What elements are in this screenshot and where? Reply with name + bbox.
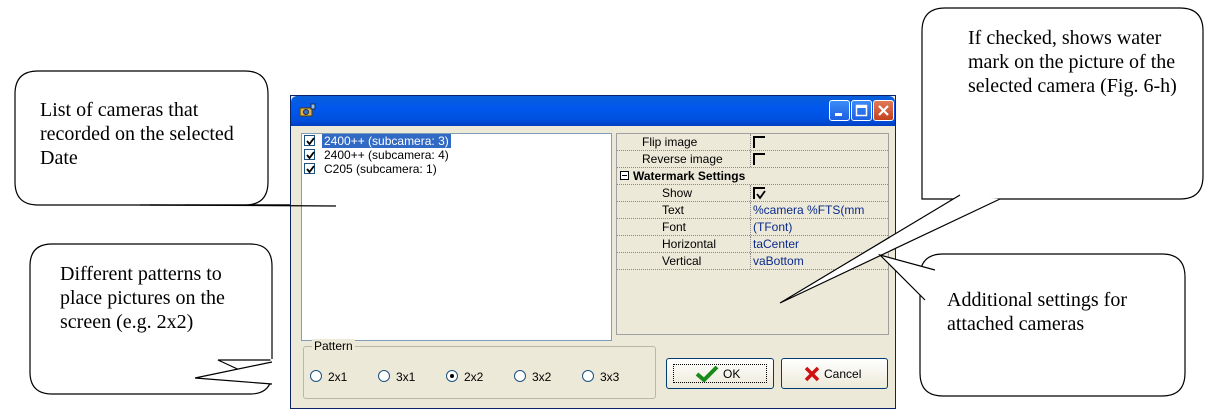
camera-list-item[interactable]: 2400++ (subcamera: 3): [302, 134, 611, 148]
flip-image-checkbox[interactable]: [753, 136, 765, 148]
camera-checkbox[interactable]: [304, 149, 315, 160]
property-name: Flip image: [617, 134, 751, 150]
collapse-icon[interactable]: [620, 171, 629, 180]
minimize-button[interactable]: [829, 100, 850, 121]
cross-icon: [804, 366, 820, 382]
camera-app-icon: [299, 103, 316, 117]
pattern-label: Pattern: [312, 339, 355, 353]
pointer-patterns: [217, 359, 273, 386]
property-name: Show: [617, 185, 751, 201]
property-name: Font: [617, 219, 751, 235]
radio-button[interactable]: [310, 370, 322, 382]
callout-patterns-text: Different patterns to place pictures on …: [60, 263, 225, 333]
property-value[interactable]: taCenter: [753, 236, 888, 252]
category-label[interactable]: Watermark Settings: [617, 168, 888, 184]
pattern-option-2x1[interactable]: 2x1: [310, 370, 347, 384]
checkmark-icon: [756, 190, 766, 200]
property-row-font[interactable]: Font (TFont): [617, 219, 888, 236]
property-row-text[interactable]: Text %camera %FTS(mm: [617, 202, 888, 219]
ok-button[interactable]: OK: [666, 358, 774, 389]
property-row-reverse-image[interactable]: Reverse image: [617, 151, 888, 168]
property-row-vertical[interactable]: Vertical vaBottom: [617, 253, 888, 270]
property-value[interactable]: %camera %FTS(mm: [753, 202, 888, 218]
cancel-label: Cancel: [824, 367, 862, 381]
camera-list[interactable]: 2400++ (subcamera: 3) 2400++ (subcamera:…: [301, 133, 612, 341]
property-name: Horizontal: [617, 236, 751, 252]
callout-cameras-text: List of cameras that recorded on the sel…: [40, 99, 234, 169]
radio-label: 3x1: [396, 370, 416, 384]
pointer-patterns-line: [194, 361, 273, 385]
checkmark-icon: [306, 151, 315, 160]
camera-label: C205 (subcamera: 1): [324, 162, 437, 176]
property-row-horizontal[interactable]: Horizontal taCenter: [617, 236, 888, 253]
dialog-window: 2400++ (subcamera: 3) 2400++ (subcamera:…: [290, 95, 896, 409]
property-row-flip-image[interactable]: Flip image: [617, 134, 888, 151]
radio-button[interactable]: [378, 370, 390, 382]
title-bar[interactable]: [291, 96, 895, 126]
callout-watermark-text: If checked, shows water mark on the pict…: [968, 27, 1177, 97]
property-grid[interactable]: Flip image Reverse image Watermark Setti…: [616, 133, 889, 335]
pattern-option-2x2[interactable]: 2x2: [446, 370, 483, 384]
property-name: Reverse image: [617, 151, 751, 167]
show-watermark-checkbox[interactable]: [753, 187, 766, 200]
cancel-button[interactable]: Cancel: [781, 358, 888, 389]
property-value[interactable]: vaBottom: [753, 253, 888, 269]
checkmark-icon: [306, 165, 315, 174]
maximize-button[interactable]: [851, 100, 872, 121]
close-icon: [878, 105, 889, 116]
checkmark-icon: [695, 366, 719, 382]
pattern-group: Pattern 2x1 3x1 2x2 3x2 3x3: [303, 339, 656, 399]
property-name: Vertical: [617, 253, 751, 269]
pattern-option-3x1[interactable]: 3x1: [378, 370, 415, 384]
property-row-show[interactable]: Show: [617, 185, 888, 202]
camera-list-item[interactable]: C205 (subcamera: 1): [302, 162, 611, 176]
pattern-option-3x3[interactable]: 3x3: [582, 370, 619, 384]
close-button[interactable]: [873, 100, 894, 121]
ok-label: OK: [723, 367, 741, 381]
radio-button[interactable]: [514, 370, 526, 382]
camera-checkbox[interactable]: [304, 135, 315, 146]
radio-label: 3x3: [600, 370, 620, 384]
radio-button[interactable]: [446, 370, 458, 382]
property-name: Text: [617, 202, 751, 218]
focus-rect: [673, 364, 767, 383]
pattern-option-3x2[interactable]: 3x2: [514, 370, 551, 384]
radio-label: 2x1: [328, 370, 348, 384]
maximize-icon: [855, 104, 868, 117]
category-title: Watermark Settings: [633, 169, 746, 183]
radio-button[interactable]: [582, 370, 594, 382]
camera-label: 2400++ (subcamera: 3): [322, 134, 451, 148]
camera-list-item[interactable]: 2400++ (subcamera: 4): [302, 148, 611, 162]
callout-additional-text: Additional settings for attached cameras: [947, 289, 1127, 335]
property-category-watermark[interactable]: Watermark Settings: [617, 168, 888, 185]
reverse-image-checkbox[interactable]: [753, 153, 765, 165]
camera-label: 2400++ (subcamera: 4): [324, 148, 449, 162]
minimize-icon: [835, 113, 842, 116]
camera-checkbox[interactable]: [304, 163, 315, 174]
property-value[interactable]: (TFont): [753, 219, 888, 235]
radio-label: 3x2: [532, 370, 552, 384]
radio-label: 2x2: [464, 370, 484, 384]
checkmark-icon: [306, 137, 315, 146]
